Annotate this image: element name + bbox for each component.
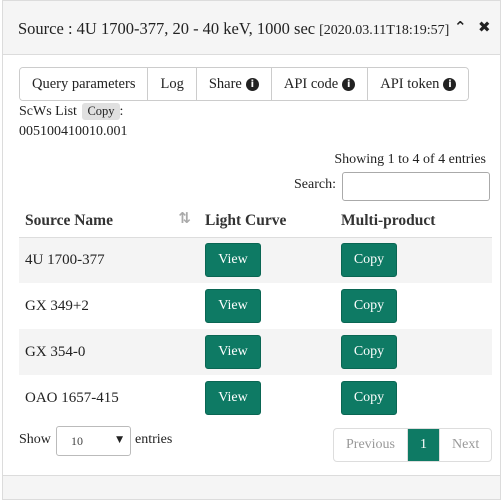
light-curve-cell: View: [199, 283, 335, 329]
entries-label: entries: [135, 432, 173, 447]
source-name-cell: OAO 1657-415: [25, 389, 119, 406]
multi-product-cell: Copy: [335, 329, 492, 375]
column-header-light-curve: Light Curve: [199, 205, 335, 238]
show-label: Show: [19, 432, 51, 447]
tab-api-token[interactable]: API token i: [368, 68, 469, 100]
view-button[interactable]: View: [205, 243, 261, 278]
multi-product-cell: Copy: [335, 375, 492, 421]
copy-button[interactable]: Copy: [341, 289, 397, 323]
table-row: GX 349+2 View Copy: [19, 283, 492, 329]
page-size-select[interactable]: 10 ▼: [56, 426, 131, 456]
table-row: GX 354-0 View Copy: [19, 329, 492, 375]
copy-button[interactable]: Copy: [341, 381, 397, 415]
tab-log[interactable]: Log: [148, 68, 197, 100]
table-info: Showing 1 to 4 of 4 entries: [334, 152, 486, 167]
results-table: Source Name ⇅ Light Curve Multi-product 4…: [19, 205, 492, 421]
source-panel: Source : 4U 1700-377, 20 - 40 keV, 1000 …: [2, 0, 501, 500]
table-row: 4U 1700-377 View Copy: [19, 237, 492, 283]
info-icon: i: [245, 77, 259, 91]
light-curve-cell: View: [199, 237, 335, 283]
sort-icon[interactable]: ⇅: [178, 209, 191, 227]
tab-label: Query parameters: [32, 75, 136, 92]
table-row: OAO 1657-415 View Copy: [19, 375, 492, 421]
panel-header: Source : 4U 1700-377, 20 - 40 keV, 1000 …: [3, 1, 500, 55]
tab-label: Log: [160, 75, 184, 92]
scws-list: ScWs List Copy:: [19, 103, 123, 120]
scws-value: 005100410010.001: [19, 124, 128, 139]
multi-product-cell: Copy: [335, 283, 492, 329]
info-icon: i: [342, 77, 356, 91]
tab-label: API code: [283, 75, 339, 92]
table-header-row: Source Name ⇅ Light Curve Multi-product: [19, 205, 492, 238]
panel-footer: [3, 475, 500, 499]
page-1-button[interactable]: 1: [408, 429, 440, 461]
close-icon[interactable]: ✖: [478, 18, 491, 36]
info-icon: i: [443, 77, 457, 91]
copy-button[interactable]: Copy: [341, 243, 397, 278]
chevron-down-icon: ▼: [116, 435, 123, 445]
view-button[interactable]: View: [205, 335, 261, 369]
copy-button[interactable]: Copy: [341, 335, 397, 369]
tab-label: API token: [380, 75, 440, 92]
tab-api-code[interactable]: API code i: [271, 68, 369, 100]
tab-label: Share: [208, 75, 242, 92]
pagination: Previous 1 Next: [333, 428, 493, 462]
page-size-value: 10: [71, 434, 83, 448]
tab-query-parameters[interactable]: Query parameters: [20, 68, 149, 100]
search-input[interactable]: [342, 172, 490, 201]
chevron-up-icon[interactable]: ⌃: [454, 18, 467, 36]
scws-label: ScWs List: [19, 104, 77, 119]
light-curve-cell: View: [199, 329, 335, 375]
search-label: Search:: [294, 177, 336, 192]
scws-copy-button[interactable]: Copy: [82, 103, 120, 120]
previous-page-button[interactable]: Previous: [334, 429, 408, 461]
timestamp: [2020.03.11T18:19:57]: [319, 23, 450, 38]
next-page-button[interactable]: Next: [440, 429, 491, 461]
view-button[interactable]: View: [205, 381, 261, 415]
column-header-source-name[interactable]: Source Name ⇅: [19, 205, 199, 238]
multi-product-cell: Copy: [335, 237, 492, 283]
source-name-cell: GX 354-0: [19, 329, 199, 375]
scws-suffix: :: [119, 104, 124, 119]
source-name-cell: GX 349+2: [25, 297, 89, 314]
view-button[interactable]: View: [205, 289, 261, 323]
panel-title: Source : 4U 1700-377, 20 - 40 keV, 1000 …: [18, 19, 449, 39]
tab-bar: Query parameters Log Share i API code i AP…: [19, 67, 470, 101]
source-title: Source : 4U 1700-377, 20 - 40 keV, 1000 …: [18, 19, 316, 38]
column-header-multi-product: Multi-product: [335, 205, 492, 238]
light-curve-cell: View: [199, 375, 335, 421]
source-name-cell: 4U 1700-377: [19, 237, 199, 283]
tab-share[interactable]: Share i: [196, 68, 272, 100]
column-label: Source Name: [25, 211, 113, 229]
